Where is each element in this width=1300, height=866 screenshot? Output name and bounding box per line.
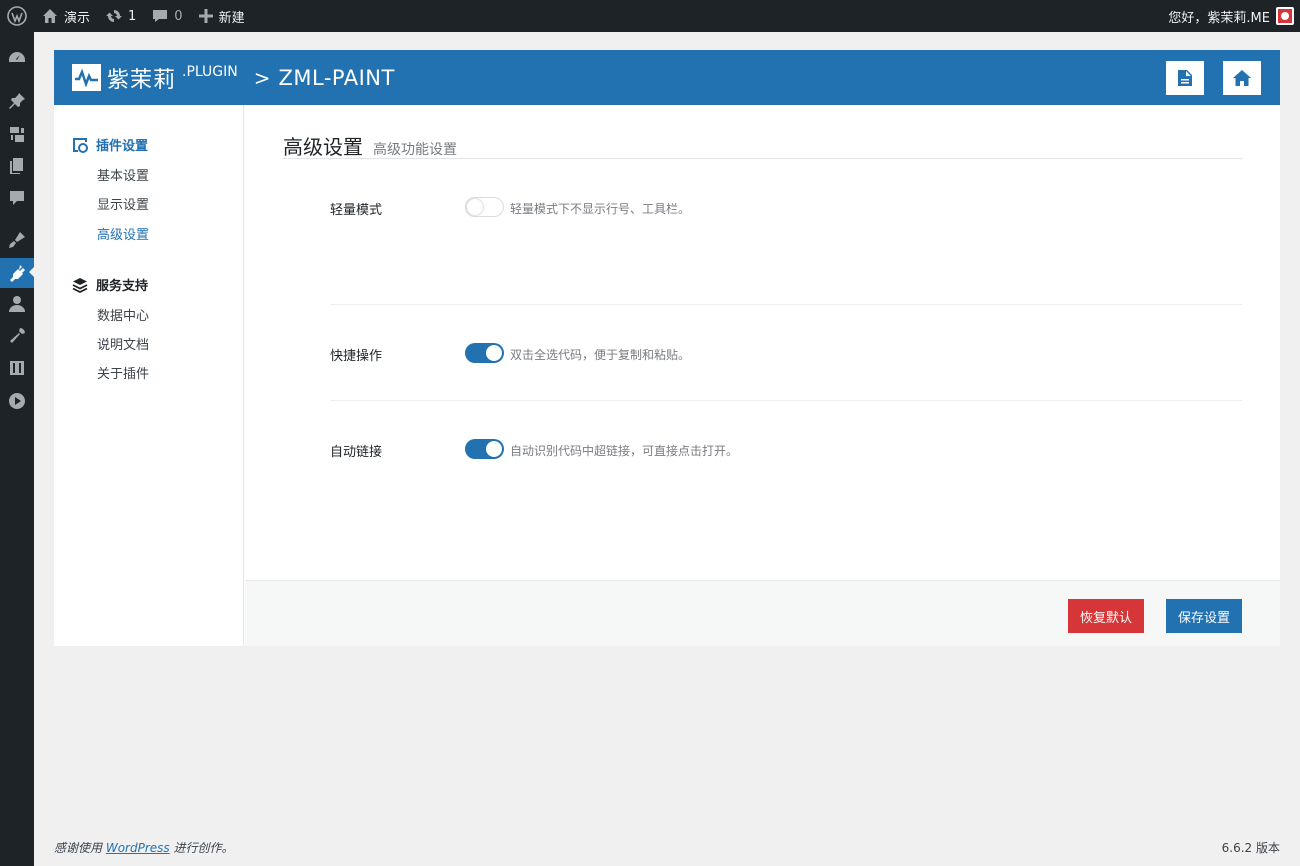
document-icon <box>1178 70 1192 86</box>
avatar <box>1276 7 1294 25</box>
setting-desc-auto-link: 自动识别代码中超链接，可直接点击打开。 <box>510 444 739 458</box>
docs-button[interactable] <box>1166 61 1204 95</box>
settings-icon[interactable] <box>0 354 34 382</box>
row-divider <box>330 304 1242 305</box>
toggle-knob <box>467 199 483 215</box>
setting-label-lite-mode: 轻量模式 <box>330 203 383 218</box>
users-icon[interactable] <box>0 290 34 318</box>
wordpress-logo-link[interactable] <box>0 0 34 32</box>
nav-group-plugin-settings[interactable]: 插件设置 <box>72 135 148 154</box>
refresh-icon <box>106 10 123 22</box>
plus-icon <box>198 9 213 23</box>
breadcrumb-separator: > <box>253 65 271 90</box>
section-divider <box>283 158 1242 159</box>
nav-item-data-center[interactable]: 数据中心 <box>97 305 149 324</box>
nav-group-service-support[interactable]: 服务支持 <box>72 275 148 294</box>
comments-count: 0 <box>174 8 183 24</box>
nav-item-display-settings[interactable]: 显示设置 <box>97 194 149 213</box>
setting-label-auto-link: 自动链接 <box>330 445 383 460</box>
tools-icon[interactable] <box>0 322 34 350</box>
media-icon[interactable] <box>0 120 34 148</box>
plugin-header: 紫茉莉 .PLUGIN > ZML-PAINT <box>54 50 1280 105</box>
site-name-link[interactable]: 演示 <box>34 0 98 32</box>
footer-thanks-suffix: 进行创作。 <box>173 841 234 855</box>
action-bar: 恢复默认 保存设置 <box>245 580 1280 646</box>
nav-group-title: 服务支持 <box>96 279 149 294</box>
dashboard-icon[interactable] <box>0 44 34 72</box>
layers-icon <box>72 277 88 293</box>
toggle-knob <box>486 345 502 361</box>
footer-thanks: 感谢使用 WordPress 进行创作。 <box>54 839 234 856</box>
nav-item-basic-settings[interactable]: 基本设置 <box>97 165 149 184</box>
quick-action-toggle[interactable] <box>465 343 504 363</box>
home-icon <box>1233 70 1251 86</box>
admin-menu <box>0 32 35 866</box>
wordpress-logo-icon <box>7 6 27 26</box>
section-subtitle: 高级功能设置 <box>373 142 457 158</box>
greeting: 您好，紫茉莉.ME <box>1168 10 1270 26</box>
updates-count: 1 <box>128 8 137 24</box>
setting-desc-lite-mode: 轻量模式下不显示行号、工具栏。 <box>510 202 691 216</box>
section-title: 高级设置 <box>283 135 363 159</box>
account-link[interactable]: 您好，紫茉莉.ME <box>1160 0 1300 32</box>
wordpress-link[interactable]: WordPress <box>106 841 170 855</box>
nav-item-about-plugin[interactable]: 关于插件 <box>97 363 149 382</box>
home-button[interactable] <box>1223 61 1261 95</box>
brand: 紫茉莉 .PLUGIN <box>72 62 238 94</box>
toggle-knob <box>486 441 502 457</box>
settings-panel-icon <box>73 137 88 153</box>
nav-item-advanced-settings[interactable]: 高级设置 <box>97 224 149 243</box>
comment-icon <box>153 10 168 22</box>
setting-desc-quick-action: 双击全选代码，便于复制和粘贴。 <box>510 348 691 362</box>
pages-icon[interactable] <box>0 152 34 180</box>
row-divider <box>330 400 1242 401</box>
brand-name: 紫茉莉 <box>107 67 177 93</box>
comments-link[interactable]: 0 <box>144 0 190 32</box>
plugin-panel: 紫茉莉 .PLUGIN > ZML-PAINT 插件设置 基本设置 显示设置 高… <box>54 50 1280 646</box>
brand-logo-icon <box>72 64 101 91</box>
footer-thanks-prefix: 感谢使用 <box>54 841 103 855</box>
new-content-link[interactable]: 新建 <box>191 0 253 32</box>
plugins-icon[interactable] <box>0 258 35 288</box>
admin-bar: 演示 1 0 新建 您好，紫茉莉.ME <box>0 0 1300 32</box>
plugin-nav: 插件设置 基本设置 显示设置 高级设置 服务支持 数据中心 说明文档 关于插件 <box>54 105 244 646</box>
new-label: 新建 <box>218 10 245 26</box>
footer-version: 6.6.2 版本 <box>1221 841 1280 855</box>
site-name: 演示 <box>64 10 91 26</box>
setting-label-quick-action: 快捷操作 <box>330 349 383 364</box>
brand-suffix: .PLUGIN <box>182 63 238 80</box>
nav-item-documentation[interactable]: 说明文档 <box>97 334 149 353</box>
settings-content: 高级设置 高级功能设置 轻量模式 轻量模式下不显示行号、工具栏。 快捷操作 双击… <box>245 105 1280 580</box>
auto-link-toggle[interactable] <box>465 439 504 459</box>
save-settings-button[interactable]: 保存设置 <box>1166 599 1242 633</box>
appearance-icon[interactable] <box>0 226 34 254</box>
pin-icon[interactable] <box>0 87 34 115</box>
lite-mode-toggle[interactable] <box>465 197 504 217</box>
reset-defaults-button[interactable]: 恢复默认 <box>1068 599 1144 633</box>
home-icon <box>43 9 57 23</box>
nav-group-title: 插件设置 <box>96 139 149 154</box>
section-header: 高级设置 高级功能设置 <box>283 131 457 160</box>
play-icon[interactable] <box>0 387 34 415</box>
page-title: ZML-PAINT <box>278 65 395 90</box>
updates-link[interactable]: 1 <box>98 0 144 32</box>
comments-icon[interactable] <box>0 184 34 212</box>
